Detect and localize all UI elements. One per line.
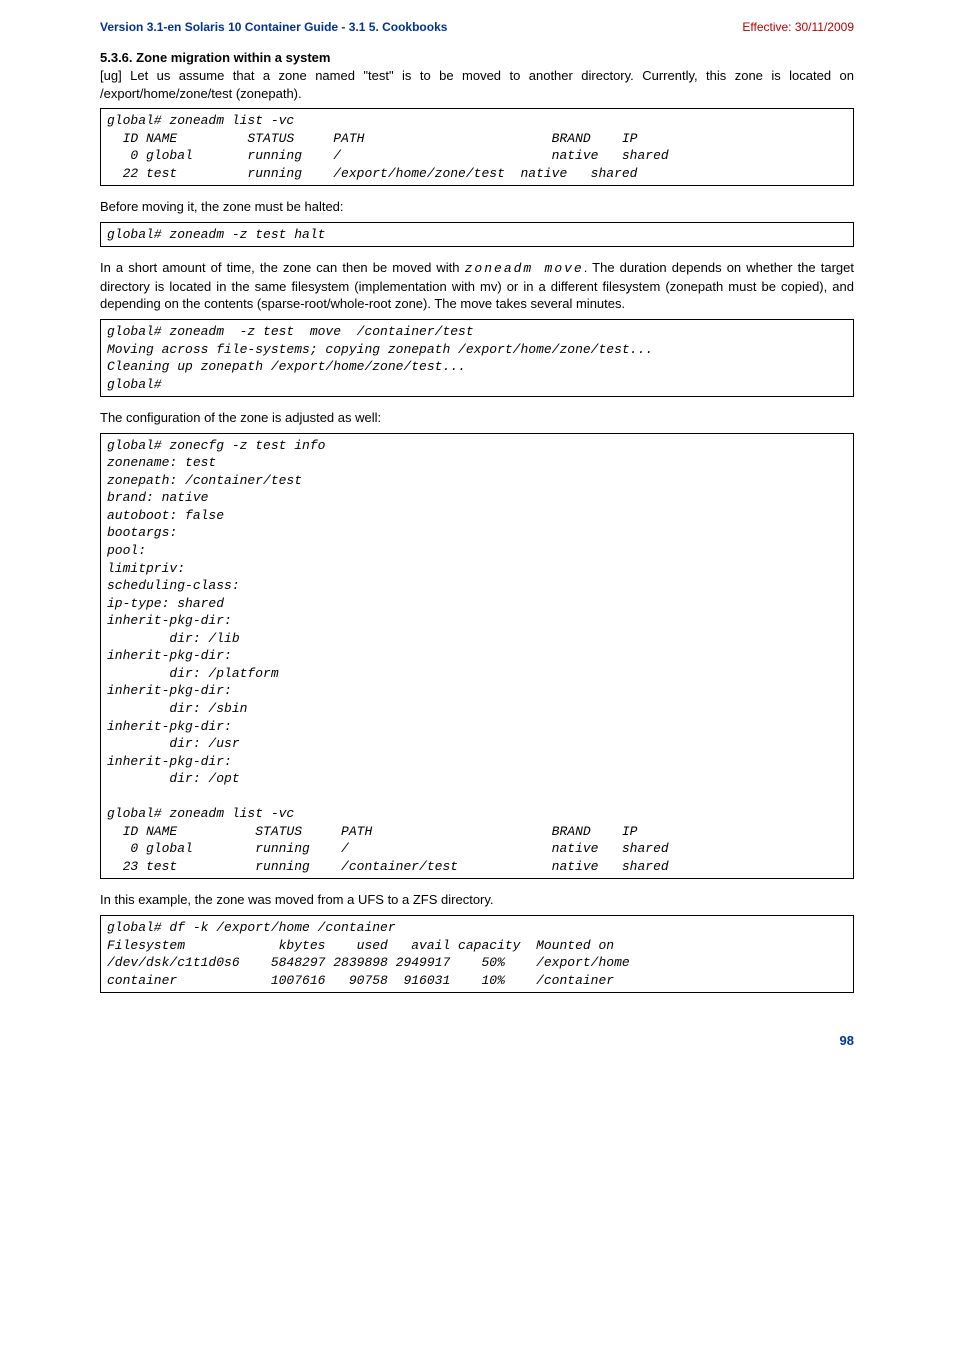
section-title: 5.3.6. Zone migration within a system: [100, 50, 854, 65]
title-sub: Solaris 10 Container Guide - 3.1 5. Cook…: [181, 20, 447, 34]
para3-pre: In a short amount of time, the zone can …: [100, 260, 465, 275]
paragraph-2: Before moving it, the zone must be halte…: [100, 198, 854, 216]
paragraph-3: In a short amount of time, the zone can …: [100, 259, 854, 313]
page-header: Version 3.1-en Solaris 10 Container Guid…: [100, 20, 854, 34]
page-number: 98: [100, 1033, 854, 1048]
header-left: Version 3.1-en Solaris 10 Container Guid…: [100, 20, 447, 34]
code-block-3: global# zoneadm -z test move /container/…: [100, 319, 854, 397]
paragraph-4: The configuration of the zone is adjuste…: [100, 409, 854, 427]
code-block-2: global# zoneadm -z test halt: [100, 222, 854, 248]
version-label: Version 3.1-en: [100, 20, 181, 34]
code-block-5: global# df -k /export/home /container Fi…: [100, 915, 854, 993]
code-block-4: global# zonecfg -z test info zonename: t…: [100, 433, 854, 880]
code-block-1: global# zoneadm list -vc ID NAME STATUS …: [100, 108, 854, 186]
paragraph-1: [ug] Let us assume that a zone named "te…: [100, 67, 854, 102]
effective-date: Effective: 30/11/2009: [742, 20, 854, 34]
paragraph-5: In this example, the zone was moved from…: [100, 891, 854, 909]
page-container: Version 3.1-en Solaris 10 Container Guid…: [0, 0, 954, 1088]
para3-mono: zoneadm move: [465, 261, 584, 276]
